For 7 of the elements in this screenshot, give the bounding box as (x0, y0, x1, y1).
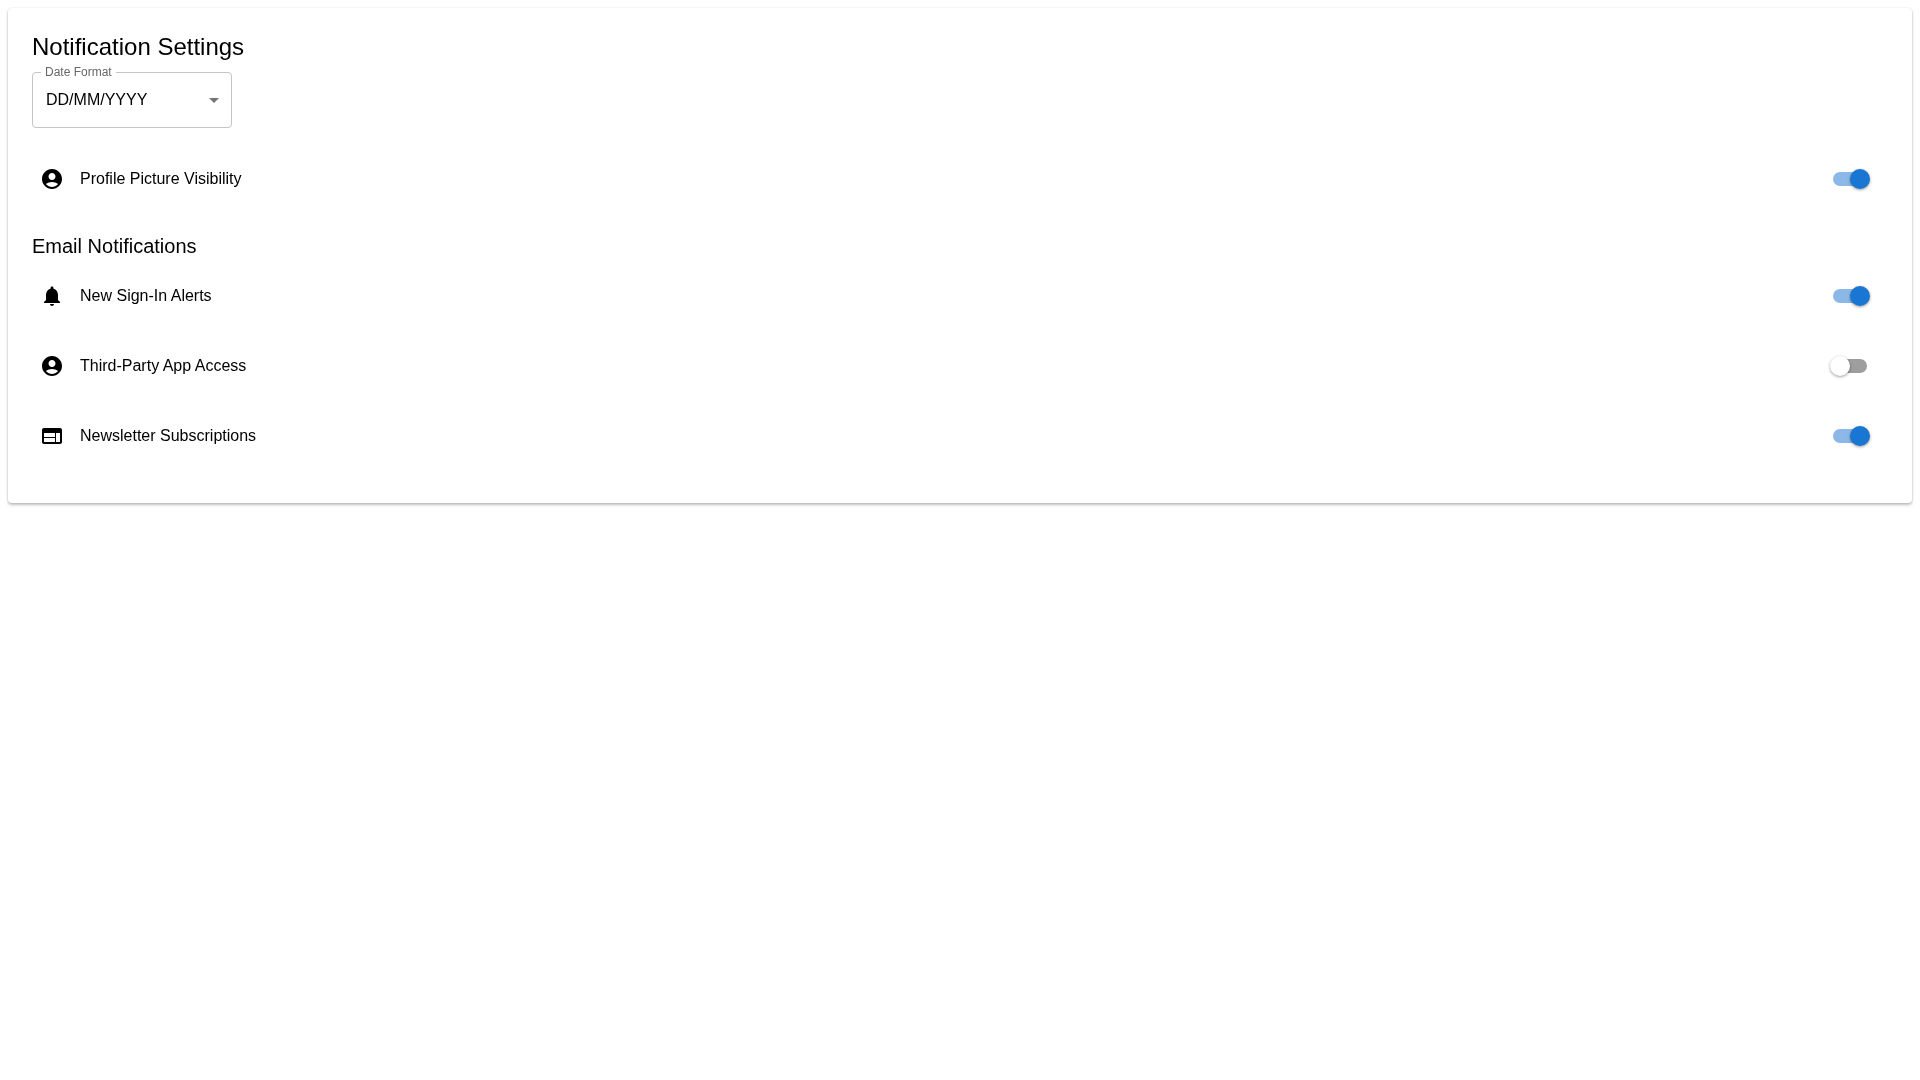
setting-label: Newsletter Subscriptions (80, 426, 258, 446)
dropdown-caret-icon (209, 97, 219, 103)
setting-label: Profile Picture Visibility (80, 169, 243, 189)
setting-label: Third-Party App Access (80, 356, 248, 376)
setting-label: New Sign-In Alerts (80, 286, 213, 306)
page-title: Notification Settings (32, 32, 246, 62)
section-heading: Email Notifications (32, 234, 198, 259)
